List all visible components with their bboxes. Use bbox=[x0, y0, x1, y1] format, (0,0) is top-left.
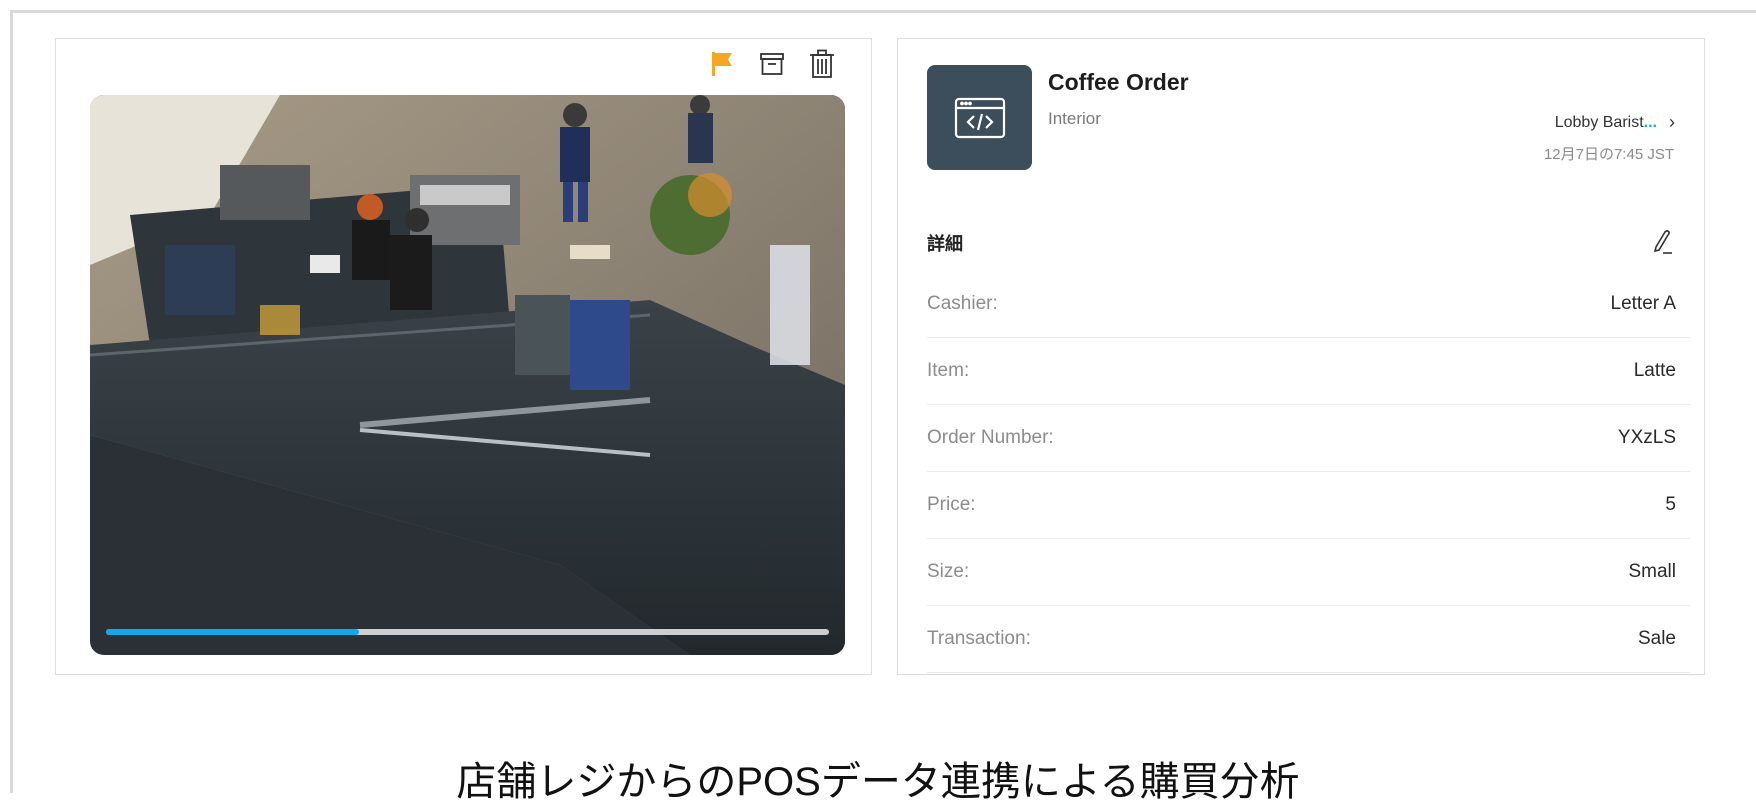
event-subtitle: Interior bbox=[1048, 109, 1101, 128]
source-link[interactable]: Lobby Barist... › bbox=[1555, 112, 1675, 133]
detail-row: Cashier: Letter A bbox=[927, 271, 1690, 338]
source-name: Lobby Barist bbox=[1554, 113, 1644, 131]
video-card bbox=[55, 38, 872, 675]
event-detail-card: Coffee Order Interior Lobby Barist... › … bbox=[897, 38, 1705, 675]
camera-frame-image bbox=[90, 95, 845, 655]
trash-icon[interactable] bbox=[807, 49, 837, 79]
page-caption: 店舗レジからのPOSデータ連携による購買分析 bbox=[456, 760, 1300, 804]
video-progress-fill bbox=[106, 629, 360, 635]
event-timestamp: 12月7日の7:45 JST bbox=[1543, 146, 1674, 163]
detail-label: Order Number: bbox=[927, 427, 1054, 448]
details-header: 詳細 bbox=[927, 224, 1690, 264]
detail-value: 5 bbox=[1665, 494, 1676, 515]
code-window-icon bbox=[927, 65, 1032, 170]
detail-label: Price: bbox=[927, 494, 976, 515]
detail-value: YXzLS bbox=[1617, 427, 1676, 448]
event-title: Coffee Order bbox=[1048, 69, 1189, 95]
archive-icon[interactable] bbox=[757, 49, 787, 79]
detail-label: Size: bbox=[927, 561, 970, 582]
detail-label: Cashier: bbox=[927, 293, 998, 314]
detail-label: Transaction: bbox=[927, 628, 1031, 649]
detail-row: Item: Latte bbox=[927, 338, 1690, 405]
source-ellipsis: ... bbox=[1643, 113, 1657, 131]
flag-icon[interactable] bbox=[707, 49, 737, 79]
video-progress-bar[interactable] bbox=[106, 629, 829, 635]
video-player[interactable] bbox=[90, 95, 845, 655]
detail-label: Item: bbox=[927, 360, 970, 381]
detail-value: Latte bbox=[1633, 360, 1676, 381]
card-toolbar bbox=[707, 49, 837, 79]
details-heading: 詳細 bbox=[927, 234, 963, 254]
detail-row: Transaction: Sale bbox=[927, 606, 1690, 673]
detail-row: Order Number: YXzLS bbox=[927, 405, 1690, 472]
detail-value: Small bbox=[1628, 561, 1676, 582]
detail-row: Price: 5 bbox=[927, 472, 1690, 539]
detail-value: Sale bbox=[1637, 628, 1676, 649]
details-list: Cashier: Letter A Item: Latte Order Number: Y… bbox=[927, 271, 1690, 673]
detail-row: Size: Small bbox=[927, 539, 1690, 606]
chevron-right-icon: › bbox=[1669, 112, 1675, 132]
edit-pencil-icon[interactable] bbox=[1644, 224, 1680, 260]
detail-value: Letter A bbox=[1610, 293, 1677, 314]
